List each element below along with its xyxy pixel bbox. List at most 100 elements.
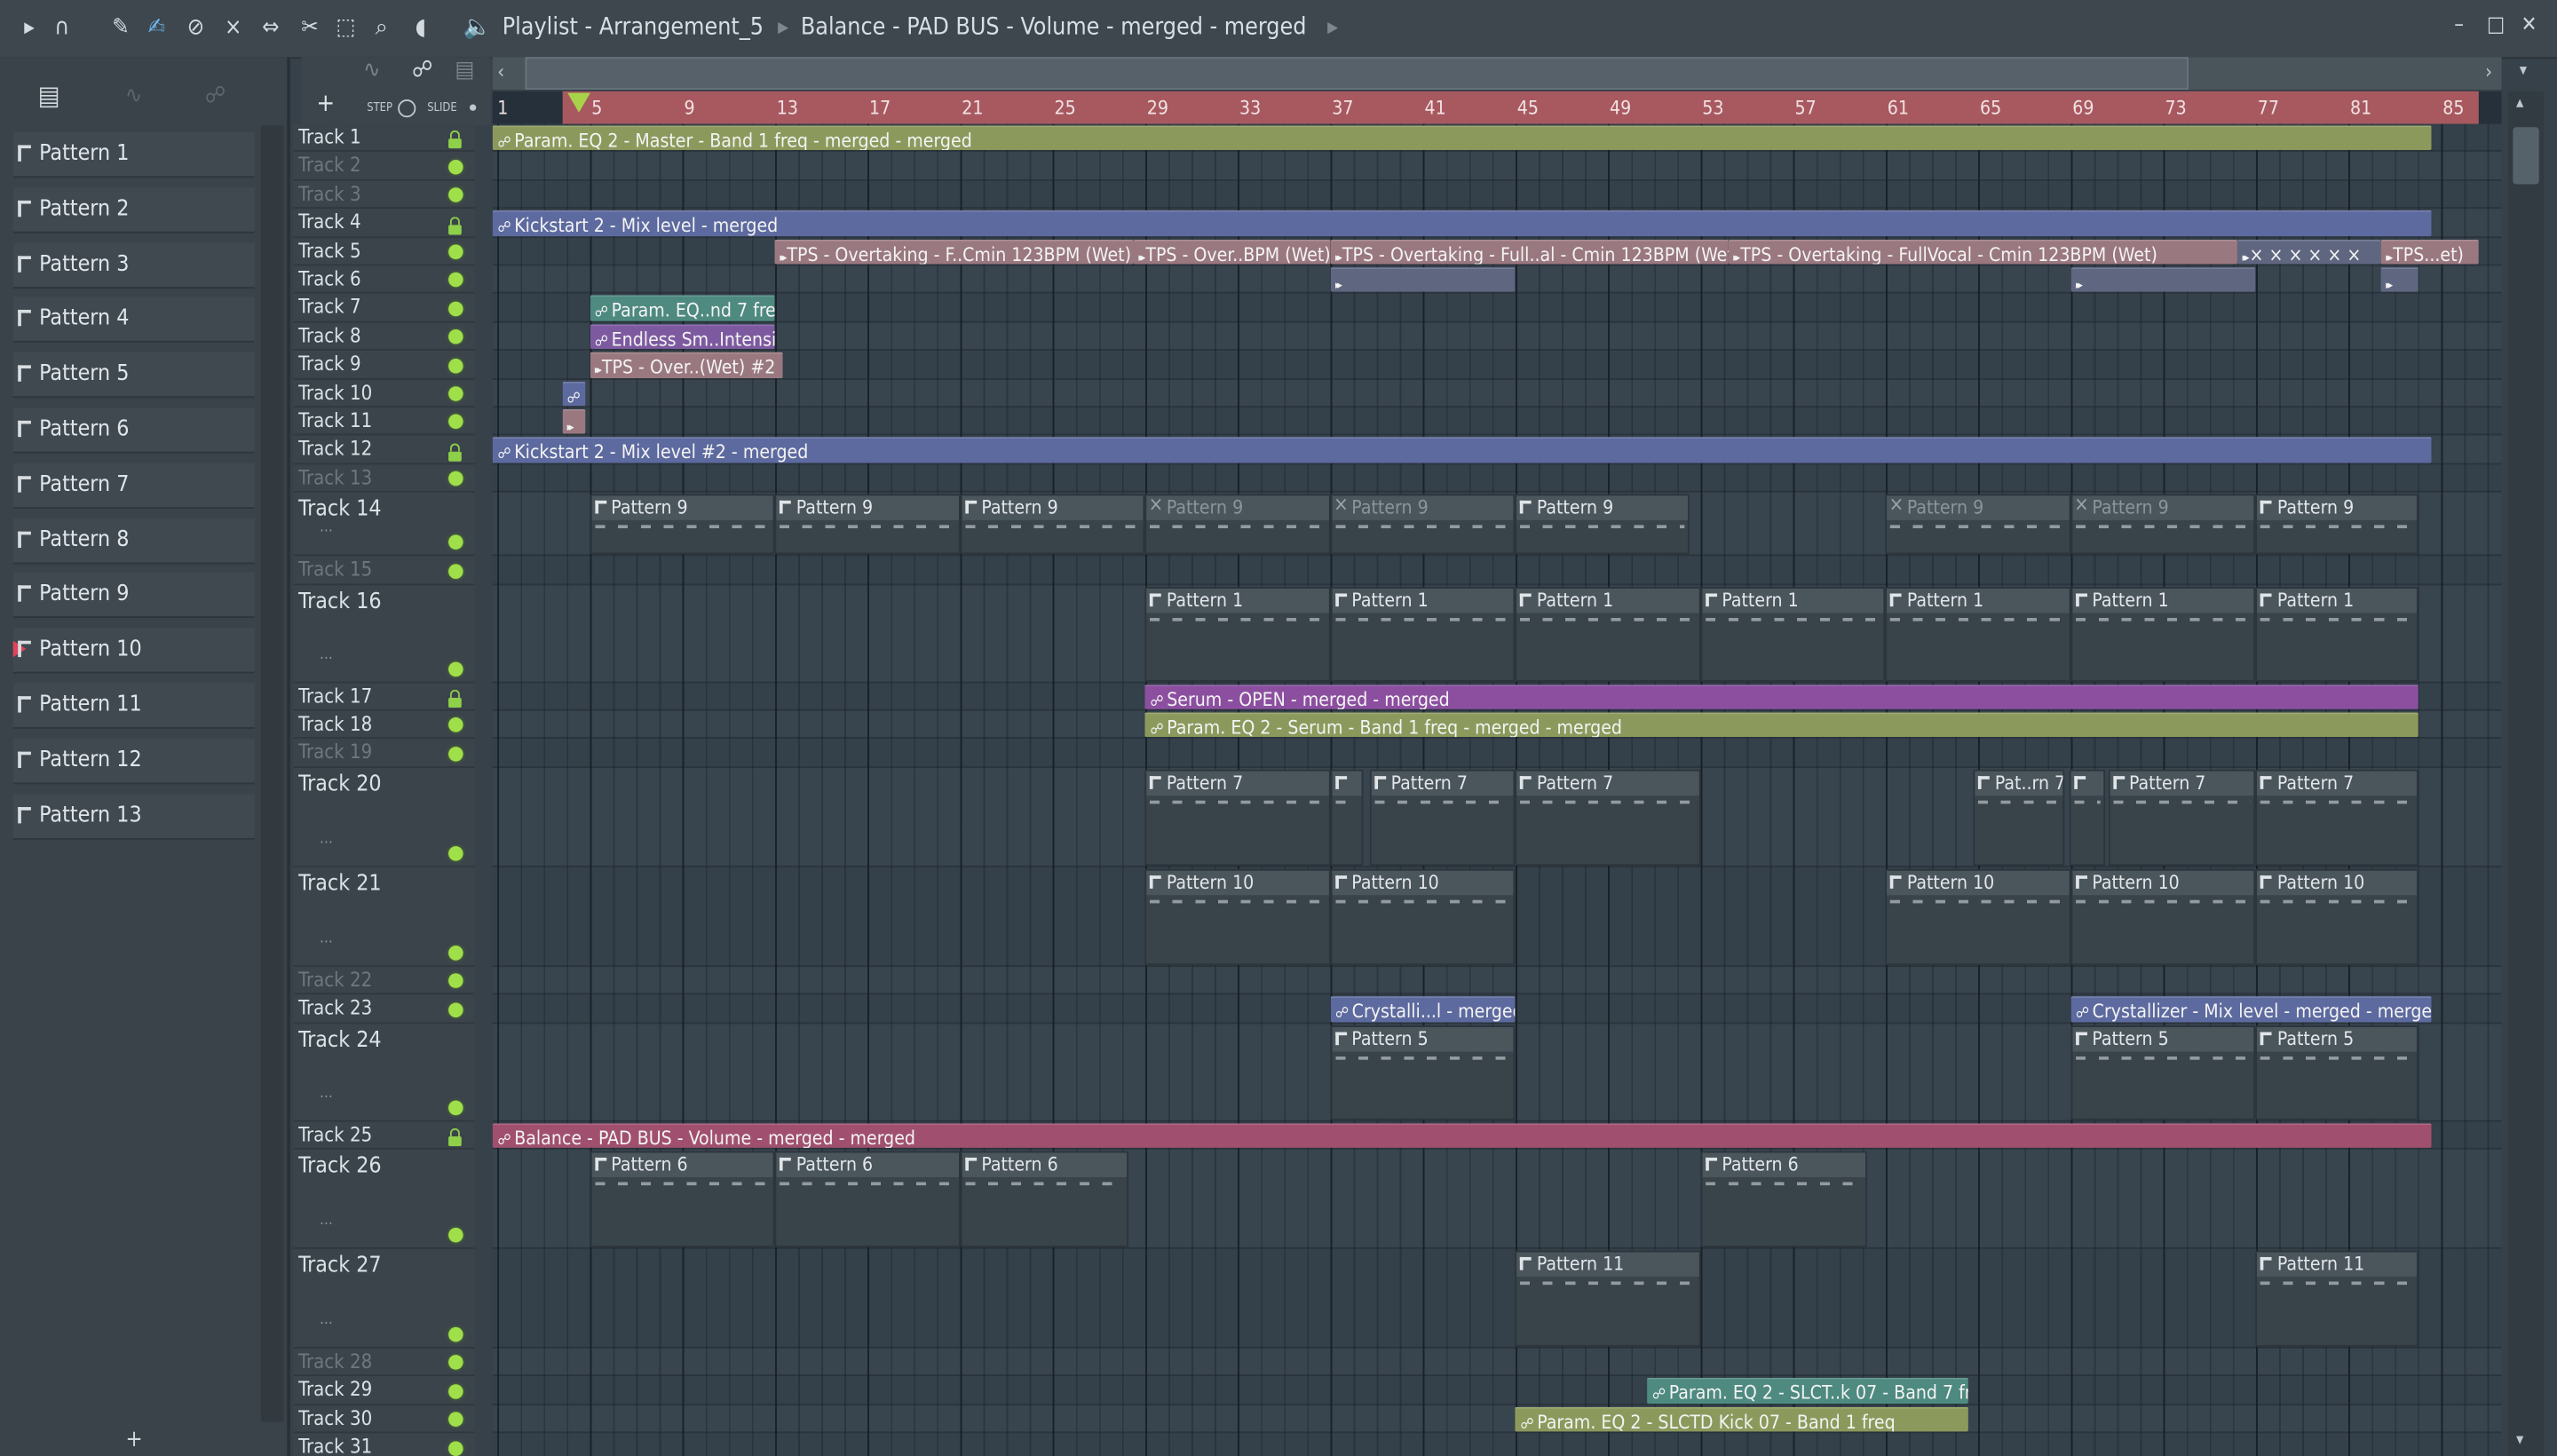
lock-icon[interactable] bbox=[448, 689, 462, 708]
pattern-clip[interactable]: Pattern 5 bbox=[2070, 1025, 2256, 1120]
audio-clip[interactable]: × × × × × × bbox=[2237, 239, 2381, 265]
track-header[interactable]: Track 12 bbox=[293, 436, 475, 465]
track-header[interactable]: Track 14… bbox=[293, 493, 475, 557]
pattern-item[interactable]: Pattern 9 bbox=[12, 573, 255, 619]
add-pattern-button[interactable]: + bbox=[125, 1427, 142, 1452]
automation-icon[interactable]: ☍ bbox=[202, 83, 228, 109]
minimize-button[interactable]: – bbox=[2454, 13, 2464, 38]
track-grip-icon[interactable]: … bbox=[320, 1213, 333, 1229]
track-enable-led[interactable] bbox=[448, 845, 463, 861]
pattern-item[interactable]: Pattern 13 bbox=[12, 793, 255, 840]
timeline-ruler[interactable]: 1 5 9 13 17 21 25 29 33 37 41 45 49 53 57 61 65 69 73 77 81 8… bbox=[492, 91, 2502, 124]
add-track-button[interactable]: + bbox=[316, 88, 335, 117]
pattern-item[interactable]: Pattern 6 bbox=[12, 408, 255, 454]
track-lane[interactable] bbox=[492, 180, 2502, 210]
step-toggle[interactable] bbox=[398, 99, 416, 118]
automation-clip-icon[interactable]: ☍ bbox=[409, 57, 435, 83]
track-lane[interactable] bbox=[492, 351, 2502, 380]
pattern-clip[interactable]: Pattern 7 bbox=[2108, 769, 2256, 866]
pattern-item[interactable]: Pattern 8 bbox=[12, 518, 255, 564]
pattern-clip[interactable]: Pattern 7 bbox=[1369, 769, 1516, 866]
track-lane[interactable] bbox=[492, 1349, 2502, 1377]
pattern-clip[interactable]: Pattern 9 bbox=[1885, 494, 2071, 555]
automation-clip[interactable]: Param. EQ..nd 7 freq bbox=[590, 296, 775, 321]
track-header[interactable]: Track 9 bbox=[293, 351, 475, 380]
track-grip-icon[interactable]: … bbox=[320, 930, 333, 946]
pattern-clip[interactable]: Pattern 7 bbox=[2255, 769, 2418, 866]
track-header[interactable]: Track 15 bbox=[293, 557, 475, 585]
automation-clip[interactable]: Kickstart 2 - Mix level - merged bbox=[492, 210, 2433, 236]
automation-clip[interactable]: Endless Sm..Intensit bbox=[590, 324, 775, 350]
zoom-icon[interactable]: ⌕ bbox=[368, 15, 394, 41]
track-enable-led[interactable] bbox=[448, 159, 463, 175]
track-lane[interactable] bbox=[492, 322, 2502, 352]
maximize-button[interactable]: □ bbox=[2487, 13, 2505, 38]
pattern-clip[interactable]: Pattern 9 bbox=[1330, 494, 1516, 555]
track-header[interactable]: Track 1 bbox=[293, 124, 475, 153]
track-header[interactable]: Track 28 bbox=[293, 1349, 475, 1377]
pattern-clip[interactable]: Pattern 9 bbox=[2070, 494, 2256, 555]
slip-icon[interactable]: ⇔ bbox=[257, 15, 283, 41]
pattern-clip[interactable]: Pattern 1 bbox=[1330, 586, 1516, 681]
track-header[interactable]: Track 11 bbox=[293, 408, 475, 437]
track-header[interactable]: Track 5 bbox=[293, 237, 475, 266]
lock-icon[interactable] bbox=[448, 131, 462, 149]
track-header[interactable]: Track 10 bbox=[293, 379, 475, 408]
track-lane[interactable] bbox=[492, 740, 2502, 768]
track-enable-led[interactable] bbox=[448, 415, 463, 430]
pattern-clip[interactable]: Pattern 6 bbox=[590, 1151, 775, 1247]
track-header[interactable]: Track 7 bbox=[293, 294, 475, 323]
pattern-clip[interactable]: Pattern 11 bbox=[1515, 1250, 1701, 1347]
track-enable-led[interactable] bbox=[448, 534, 463, 550]
pattern-item[interactable]: Pattern 1 bbox=[12, 131, 255, 178]
track-enable-led[interactable] bbox=[448, 945, 463, 961]
pattern-item[interactable]: Pattern 2 bbox=[12, 186, 255, 233]
lock-icon[interactable] bbox=[448, 1128, 462, 1147]
track-enable-led[interactable] bbox=[448, 1355, 463, 1371]
pattern-clip[interactable]: Pattern 7 bbox=[1515, 769, 1701, 866]
lock-icon[interactable] bbox=[448, 216, 462, 234]
track-enable-led[interactable] bbox=[448, 1326, 463, 1342]
pattern-clip[interactable]: Pattern 9 bbox=[774, 494, 961, 555]
track-grip-icon[interactable]: … bbox=[320, 646, 333, 662]
track-header[interactable]: Track 2 bbox=[293, 153, 475, 181]
pattern-clip[interactable]: Pattern 9 bbox=[1144, 494, 1331, 555]
track-header[interactable]: Track 8 bbox=[293, 322, 475, 352]
track-header[interactable]: Track 31 bbox=[294, 1434, 475, 1456]
pattern-clip[interactable]: Pattern 1 bbox=[1144, 586, 1331, 681]
pattern-clip[interactable]: Pattern 1 bbox=[1885, 586, 2071, 681]
track-enable-led[interactable] bbox=[448, 329, 463, 344]
automation-clip[interactable]: Crystallizer - Mix level - merged - merg… bbox=[2070, 996, 2433, 1022]
pattern-clip[interactable]: Pattern 10 bbox=[2070, 868, 2256, 965]
automation-clip[interactable]: Param. EQ 2 - Master - Band 1 freq - mer… bbox=[492, 125, 2433, 151]
audio-clip[interactable] bbox=[2070, 267, 2256, 293]
track-lane[interactable] bbox=[492, 294, 2502, 323]
track-header[interactable]: Track 20… bbox=[293, 768, 475, 867]
breadcrumb-playlist[interactable]: Playlist - Arrangement_5 bbox=[503, 15, 764, 41]
track-enable-led[interactable] bbox=[448, 1383, 463, 1399]
automation-clip[interactable]: Param. EQ 2 - Serum - Band 1 freq - merg… bbox=[1144, 712, 2418, 738]
pattern-item[interactable]: Pattern 12 bbox=[12, 738, 255, 784]
pattern-clip[interactable]: Pattern 10 bbox=[1330, 868, 1516, 965]
pattern-clip[interactable]: Pattern 11 bbox=[2255, 1250, 2418, 1347]
audio-clip[interactable]: TPS - Overtaking - F..Cmin 123BPM (Wet) bbox=[774, 239, 1134, 265]
scroll-up-icon[interactable]: ▴ bbox=[2516, 95, 2523, 113]
pattern-clip[interactable]: Pattern 10 bbox=[1144, 868, 1331, 965]
track-lane[interactable] bbox=[492, 557, 2502, 585]
pattern-clip[interactable]: Pattern 9 bbox=[2255, 494, 2418, 555]
playback-icon[interactable]: ◖ bbox=[408, 15, 433, 41]
paint-icon[interactable]: ✍ bbox=[144, 15, 170, 41]
pattern-clip-icon[interactable]: ▤ bbox=[452, 57, 478, 83]
pattern-item[interactable]: Pattern 7 bbox=[12, 463, 255, 509]
track-enable-led[interactable] bbox=[448, 1001, 463, 1017]
pattern-clip[interactable]: Pattern 9 bbox=[1515, 494, 1690, 555]
pattern-clip[interactable]: Pattern 1 bbox=[1700, 586, 1886, 681]
pencil-icon[interactable]: ✎ bbox=[107, 15, 133, 41]
pattern-item[interactable]: Pattern 5 bbox=[12, 352, 255, 399]
vertical-scroll-thumb[interactable] bbox=[2513, 127, 2539, 185]
pattern-clip[interactable] bbox=[2068, 769, 2106, 866]
track-enable-led[interactable] bbox=[448, 563, 463, 579]
track-enable-led[interactable] bbox=[448, 746, 463, 762]
track-header[interactable]: Track 23 bbox=[293, 995, 475, 1024]
track-lane[interactable] bbox=[492, 408, 2502, 437]
